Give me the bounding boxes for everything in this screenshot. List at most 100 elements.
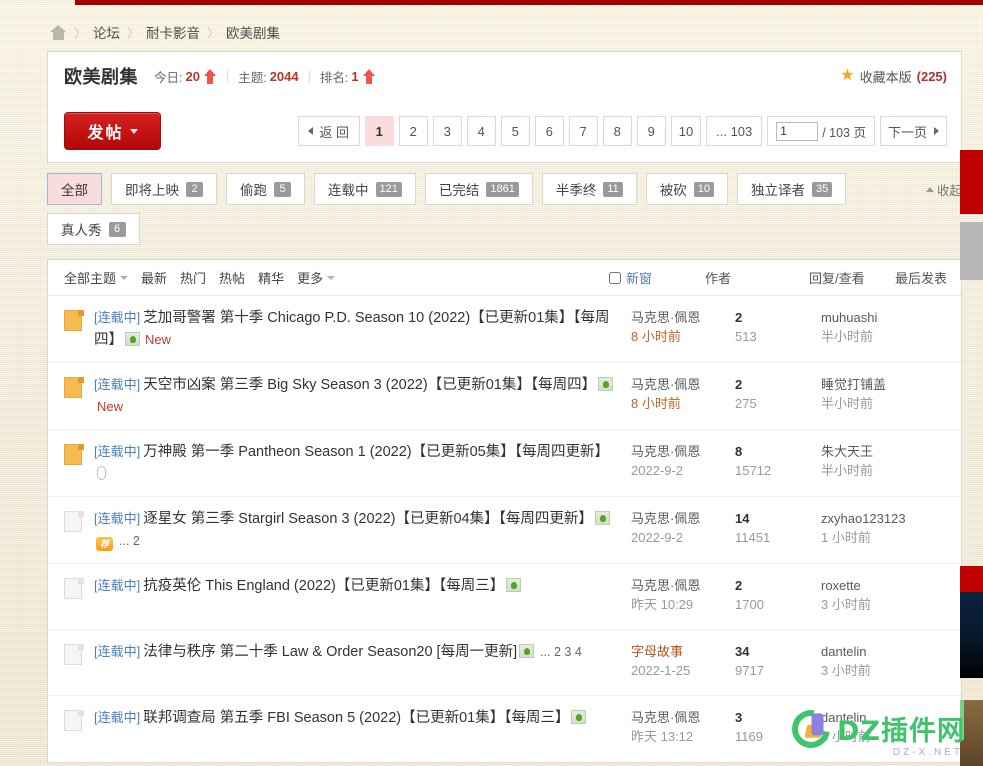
lastpost-time: 1 小时前: [821, 530, 871, 545]
reply-count: 2: [735, 377, 743, 392]
thread-tag[interactable]: [连载中]: [94, 578, 140, 593]
page-jump-input[interactable]: [776, 121, 819, 141]
table-row[interactable]: [连载中] 抗疫英伦 This England (2022)【已更新01集】【每周…: [48, 564, 961, 630]
thread-title[interactable]: 联邦调查局 第五季 FBI Season 5 (2022)【已更新01集】【每周…: [143, 710, 569, 726]
table-row[interactable]: [连载中] 芝加哥警署 第十季 Chicago P.D. Season 10 (2…: [48, 296, 961, 363]
thread-title[interactable]: 法律与秩序 第二十季 Law & Order Season20 [每周一更新]: [143, 644, 517, 660]
filter-tab-cancelled[interactable]: 被砍 10: [645, 173, 729, 205]
filter-tab-leaked[interactable]: 偷跑 5: [226, 173, 305, 205]
filter-tab-midseason[interactable]: 半季终 11: [541, 173, 637, 205]
filter-tab-label: 真人秀: [61, 223, 102, 238]
stat-today-label: 今日:: [154, 70, 183, 85]
right-rail: [960, 0, 983, 766]
author-name[interactable]: 马克思·佩恩: [631, 576, 735, 595]
chevron-down-icon: [120, 275, 129, 280]
breadcrumb-item-category[interactable]: 耐卡影音: [146, 22, 200, 42]
breadcrumb-item-board[interactable]: 欧美剧集: [226, 22, 280, 42]
table-row[interactable]: [连载中] 逐星女 第三季 Stargirl Season 3 (2022)【已更…: [48, 497, 961, 564]
pagination-page-2[interactable]: 2: [398, 116, 428, 146]
sort-hotpost[interactable]: 热帖: [219, 268, 245, 287]
new-post-button[interactable]: 发帖: [64, 112, 161, 150]
column-headers: 新窗 作者 回复/查看 最后发表: [608, 268, 947, 287]
rail-scrollbar-thumb[interactable]: [960, 222, 983, 280]
lastpost-user[interactable]: zxyhao123123: [821, 509, 947, 528]
pagination-page-7[interactable]: 7: [568, 116, 598, 146]
thread-tag[interactable]: [连载中]: [94, 511, 140, 526]
breadcrumb-separator: 〉: [74, 25, 87, 40]
thread-counts: 2 1700: [735, 575, 821, 614]
arrow-up-icon: [362, 68, 376, 84]
thread-author: 马克思·佩恩 昨天 13:12: [631, 707, 735, 746]
pagination-back[interactable]: 返 回: [297, 116, 360, 146]
pagination-last[interactable]: ... 103: [706, 116, 763, 146]
pagination-page-9[interactable]: 9: [636, 116, 666, 146]
breadcrumb-item-forum[interactable]: 论坛: [93, 22, 120, 42]
pagination-page-10[interactable]: 10: [670, 116, 702, 146]
sort-hot[interactable]: 热门: [180, 268, 206, 287]
thread-tag[interactable]: [连载中]: [94, 444, 140, 459]
thread-tag[interactable]: [连载中]: [94, 310, 140, 325]
favorite-board-button[interactable]: ★ 收藏本版 (225): [840, 67, 947, 86]
filter-tab-ongoing[interactable]: 连载中 121: [314, 173, 416, 205]
thread-tag[interactable]: [连载中]: [94, 644, 140, 659]
thread-tag[interactable]: [连载中]: [94, 377, 140, 392]
thread-pages[interactable]: ... 2 3 4: [540, 645, 582, 659]
filter-tab-independent[interactable]: 独立译者 35: [737, 173, 847, 205]
lastpost-user[interactable]: roxette: [821, 576, 947, 595]
thread-title[interactable]: 芝加哥警署 第十季 Chicago P.D. Season 10 (2022)【…: [94, 310, 610, 348]
home-icon[interactable]: [50, 24, 67, 40]
author-name[interactable]: 马克思·佩恩: [631, 509, 735, 528]
table-row[interactable]: [连载中] 联邦调查局 第五季 FBI Season 5 (2022)【已更新01…: [48, 696, 961, 762]
thread-subject: [连载中] 万神殿 第一季 Pantheon Season 1 (2022)【已更…: [84, 441, 631, 485]
author-name[interactable]: 马克思·佩恩: [631, 375, 735, 394]
new-window-toggle[interactable]: 新窗: [608, 268, 705, 287]
thread-tag[interactable]: [连载中]: [94, 710, 140, 725]
pagination-page-1[interactable]: 1: [364, 116, 394, 146]
filter-tab-label: 偷跑: [240, 183, 267, 198]
lastpost-user[interactable]: dantelin: [821, 642, 947, 661]
lastpost-time: 3 小时前: [821, 663, 871, 678]
column-lastpost: 最后发表: [894, 271, 947, 286]
thread-title[interactable]: 天空市凶案 第三季 Big Sky Season 3 (2022)【已更新01集…: [143, 377, 596, 393]
thread-pages[interactable]: ... 2: [119, 534, 140, 548]
more-dropdown[interactable]: 更多: [297, 268, 336, 287]
thread-title[interactable]: 逐星女 第三季 Stargirl Season 3 (2022)【已更新04集】…: [143, 511, 593, 527]
filter-tab-upcoming[interactable]: 即将上映 2: [111, 173, 217, 205]
author-name[interactable]: 字母故事: [631, 642, 735, 661]
author-name[interactable]: 马克思·佩恩: [631, 442, 735, 461]
lastpost-user[interactable]: 朱大天王: [821, 442, 947, 461]
pagination-page-6[interactable]: 6: [534, 116, 564, 146]
pagination-page-3[interactable]: 3: [432, 116, 462, 146]
author-name[interactable]: 马克思·佩恩: [631, 308, 735, 327]
pagination-page-4[interactable]: 4: [466, 116, 496, 146]
lastpost-user[interactable]: muhuashi: [821, 308, 947, 327]
sort-digest[interactable]: 精华: [258, 268, 284, 287]
filter-tab-all[interactable]: 全部: [47, 173, 102, 205]
stat-rank-value: 1: [351, 68, 359, 84]
author-name[interactable]: 马克思·佩恩: [631, 708, 735, 727]
lastpost-user[interactable]: dantelin: [821, 708, 947, 727]
lastpost-user[interactable]: 睡觉打铺盖: [821, 375, 947, 394]
rail-banner-dark[interactable]: [960, 592, 983, 678]
favorite-label[interactable]: 收藏本版: [860, 67, 912, 86]
filter-tab-completed[interactable]: 已完结 1861: [424, 173, 533, 205]
table-row[interactable]: [连载中] 法律与秩序 第二十季 Law & Order Season20 [每周…: [48, 630, 961, 696]
image-icon: [594, 511, 610, 525]
pagination-page-8[interactable]: 8: [602, 116, 632, 146]
thread-title[interactable]: 万神殿 第一季 Pantheon Season 1 (2022)【已更新05集】…: [143, 444, 609, 460]
filter-tab-reality[interactable]: 真人秀 6: [47, 213, 140, 245]
pagination-jump[interactable]: / 103 页: [767, 116, 875, 146]
collapse-filters-button[interactable]: 收起: [925, 180, 962, 199]
rail-banner-red-top[interactable]: [960, 150, 983, 214]
pagination-page-5[interactable]: 5: [500, 116, 530, 146]
thread-subject: [连载中] 天空市凶案 第三季 Big Sky Season 3 (2022)【已…: [84, 374, 631, 418]
new-window-checkbox[interactable]: [608, 271, 621, 284]
all-topics-dropdown[interactable]: 全部主题: [64, 268, 129, 287]
thread-lastpost: muhuashi 半小时前: [821, 307, 947, 346]
table-row[interactable]: [连载中] 天空市凶案 第三季 Big Sky Season 3 (2022)【已…: [48, 363, 961, 430]
thread-title[interactable]: 抗疫英伦 This England (2022)【已更新01集】【每周三】: [143, 578, 504, 594]
table-row[interactable]: [连载中] 万神殿 第一季 Pantheon Season 1 (2022)【已更…: [48, 430, 961, 497]
thread-lastpost: dantelin 3 小时前: [821, 707, 947, 746]
sort-latest[interactable]: 最新: [141, 268, 167, 287]
pagination-next[interactable]: 下一页: [879, 116, 947, 146]
